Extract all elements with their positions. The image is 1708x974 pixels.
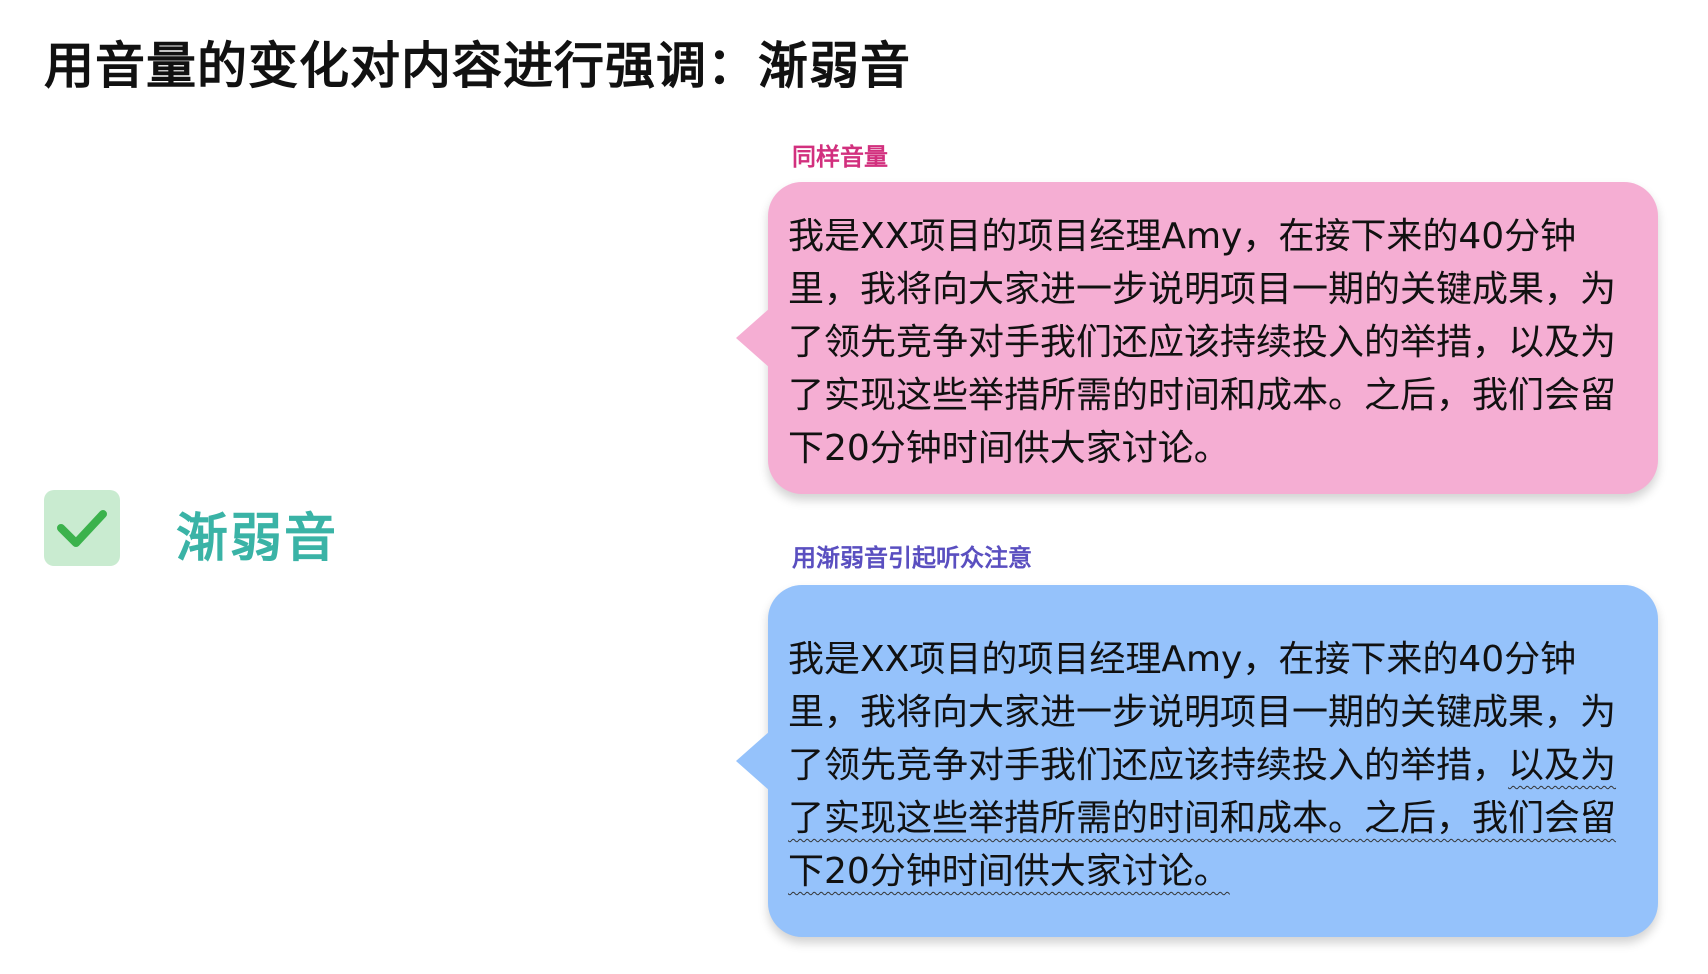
- check-icon: [57, 510, 107, 547]
- technique-label: 渐弱音: [176, 509, 339, 569]
- speech-bubble-diminuendo: 我是XX项目的项目经理Amy，在接下来的40分钟里，我将向大家进一步说明项目一期…: [736, 585, 1658, 937]
- bubble-caption-diminuendo: 用渐弱音引起听众注意: [792, 544, 1032, 572]
- bubble-text-plain: 我是XX项目的项目经理Amy，在接下来的40分钟里，我将向大家进一步说明项目一期…: [788, 639, 1617, 786]
- bubble-text: 我是XX项目的项目经理Amy，在接下来的40分钟里，我将向大家进一步说明项目一期…: [788, 613, 1632, 898]
- bubble-text: 我是XX项目的项目经理Amy，在接下来的40分钟里，我将向大家进一步说明项目一期…: [788, 216, 1617, 469]
- bubble-caption-same-volume: 同样音量: [792, 143, 888, 171]
- page-title: 用音量的变化对内容进行强调：渐弱音: [44, 37, 911, 95]
- check-badge: [44, 490, 120, 566]
- speech-bubble-same-volume: 我是XX项目的项目经理Amy，在接下来的40分钟里，我将向大家进一步说明项目一期…: [736, 182, 1658, 494]
